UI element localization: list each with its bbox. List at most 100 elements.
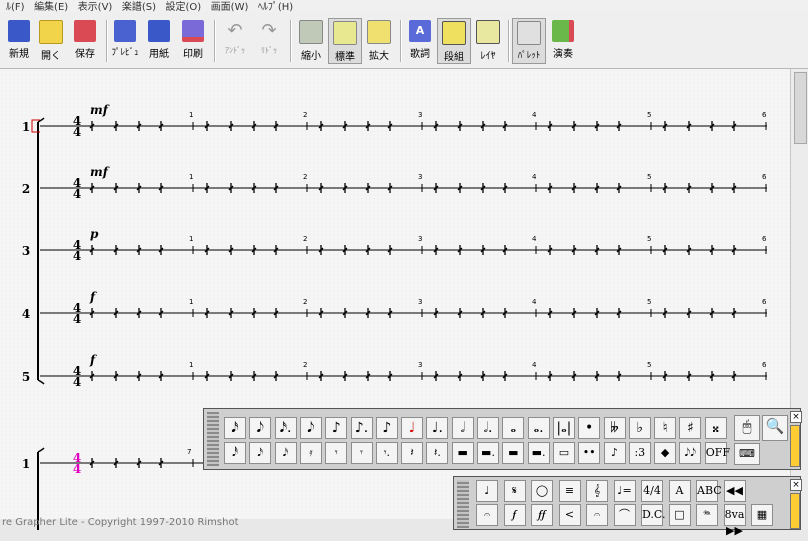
- note-palette-button[interactable]: ♩: [401, 417, 424, 439]
- tool-palette-button[interactable]: 𝄞: [586, 480, 608, 502]
- tool-palette-button[interactable]: D.C.: [641, 504, 665, 526]
- note-palette-button[interactable]: ♯: [679, 417, 702, 439]
- rest-palette-button[interactable]: 𝄽: [401, 442, 424, 464]
- open-button[interactable]: 開く: [34, 18, 68, 64]
- magnifier-button[interactable]: 🔍: [762, 415, 788, 441]
- note-palette-button[interactable]: 𝅗𝅥: [451, 417, 474, 439]
- rest-palette-button[interactable]: :3: [628, 442, 651, 464]
- note-palette-button[interactable]: 𝅘𝅥𝅮: [299, 417, 322, 439]
- tool-palette-button[interactable]: ♩=: [613, 480, 636, 502]
- rest-palette-button[interactable]: ▬.: [477, 442, 499, 464]
- rest-palette-button[interactable]: ••: [578, 442, 601, 464]
- menu-score[interactable]: 楽譜(S): [122, 2, 156, 12]
- measure-number: 2: [303, 235, 307, 243]
- close-icon[interactable]: ×: [790, 479, 802, 491]
- tool-palette-button[interactable]: A: [668, 480, 691, 502]
- rest-palette-button[interactable]: 𝅘𝅥𝅰: [224, 442, 246, 464]
- close-icon[interactable]: ×: [790, 411, 802, 423]
- redo-icon: ↷: [261, 20, 277, 41]
- save-button[interactable]: 保存: [68, 18, 102, 64]
- rest-palette-button[interactable]: ▬: [451, 442, 474, 464]
- note-palette-button[interactable]: 𝅘𝅥𝅯: [224, 417, 246, 439]
- tool-palette-button[interactable]: 8va: [723, 504, 746, 526]
- note-palette-button[interactable]: ♪: [325, 417, 348, 439]
- tool-palette-button[interactable]: 𝆑: [503, 504, 526, 526]
- note-palette-button[interactable]: 𝅘𝅥𝅮: [249, 417, 272, 439]
- menu-window[interactable]: 画面(W): [211, 2, 249, 12]
- rest-palette-button[interactable]: 𝅘𝅥𝅮𝅘𝅥𝅮: [679, 442, 702, 464]
- note-palette-button[interactable]: ♩.: [426, 417, 449, 439]
- tool-palette-button[interactable]: ♩: [476, 480, 498, 502]
- zoom-in-icon: [367, 20, 391, 44]
- tool-palette-button[interactable]: 4/4: [641, 480, 663, 502]
- zoom-out-button[interactable]: 縮小: [294, 18, 328, 64]
- paper-button[interactable]: 用紙: [142, 18, 176, 64]
- note-palette-button[interactable]: 𝅝: [502, 417, 525, 439]
- rest-palette-button[interactable]: OFF: [704, 442, 730, 464]
- tool-palette-button[interactable]: 𝄐: [586, 504, 608, 526]
- columns-button[interactable]: 段組: [437, 18, 471, 64]
- tool-palette-button[interactable]: □: [668, 504, 691, 526]
- tool-palette-button[interactable]: <: [558, 504, 581, 526]
- palette-grip[interactable]: [457, 480, 469, 528]
- tool-palette-button[interactable]: ◯: [531, 480, 553, 502]
- rest-palette-button[interactable]: ▭: [552, 442, 575, 464]
- note-palette-button[interactable]: ♪.: [350, 417, 373, 439]
- tool-palette-button[interactable]: 𝄋: [503, 480, 526, 502]
- rest-palette-button[interactable]: 𝄾: [350, 442, 373, 464]
- note-palette-button[interactable]: ♮: [654, 417, 677, 439]
- menu-settings[interactable]: 設定(O): [166, 2, 202, 12]
- note-palette-button[interactable]: ♭: [628, 417, 651, 439]
- keyboard-input-button[interactable]: ⌨: [734, 443, 760, 465]
- rest-palette-button[interactable]: 𝅘𝅥𝅯: [249, 442, 272, 464]
- redo-button[interactable]: ↷ ﾘﾄﾞｩ: [252, 18, 286, 64]
- staff-number: 1: [22, 457, 30, 471]
- note-palette-button[interactable]: 𝄪: [704, 417, 727, 439]
- rest-palette-button[interactable]: 𝄾: [325, 442, 348, 464]
- scrollbar-thumb[interactable]: [794, 72, 807, 144]
- tool-palette-button[interactable]: 𝆮: [696, 504, 718, 526]
- disk-icon: [74, 20, 96, 42]
- tool-palette-button[interactable]: ≡: [558, 480, 581, 502]
- staff-number: 3: [22, 244, 30, 258]
- toolbar-separator: [508, 20, 510, 62]
- measure-number: 2: [303, 298, 307, 306]
- mouse-mode-button[interactable]: 🖱: [734, 415, 760, 441]
- tool-palette-button[interactable]: ▦: [751, 504, 773, 526]
- note-palette-button[interactable]: •: [578, 417, 601, 439]
- rest-palette-button[interactable]: 𝄿: [299, 442, 322, 464]
- rest-palette-button[interactable]: 𝄾.: [375, 442, 398, 464]
- layer-button[interactable]: ﾚｲﾔ: [471, 18, 505, 64]
- tool-palette-button[interactable]: 𝄐: [476, 504, 498, 526]
- palette-button[interactable]: ﾊﾟﾚｯﾄ: [512, 18, 546, 64]
- print-button[interactable]: 印刷: [176, 18, 210, 64]
- note-palette-button[interactable]: 𝄫: [603, 417, 626, 439]
- menu-file[interactable]: ﾙ(F): [6, 2, 25, 12]
- tool-palette-button[interactable]: ABC: [696, 480, 722, 502]
- palette-grip[interactable]: [207, 412, 219, 466]
- play-button[interactable]: 演奏: [546, 18, 580, 64]
- rest-palette-button[interactable]: 𝅘𝅥𝅯: [274, 442, 297, 464]
- note-palette-button[interactable]: 𝅗𝅥.: [477, 417, 499, 439]
- rest-palette-button[interactable]: ♪: [603, 442, 626, 464]
- rest-palette-button[interactable]: ▬: [502, 442, 525, 464]
- tool-palette-button[interactable]: ⌒: [613, 504, 636, 526]
- note-palette-button[interactable]: 𝅘𝅥𝅯.: [274, 417, 297, 439]
- new-button[interactable]: 新規: [2, 18, 36, 64]
- tool-palette-button[interactable]: 𝆑𝆑: [531, 504, 553, 526]
- zoom-in-button[interactable]: 拡大: [362, 18, 396, 64]
- note-palette-button[interactable]: ♪: [375, 417, 398, 439]
- zoom-standard-button[interactable]: 標準: [328, 18, 362, 64]
- note-palette-button[interactable]: |𝅝|: [552, 417, 575, 439]
- note-palette-button[interactable]: 𝅝.: [527, 417, 550, 439]
- tool-palette-button[interactable]: ◀◀ ▶ ▶▶: [723, 480, 746, 537]
- menu-view[interactable]: 表示(V): [78, 2, 113, 12]
- undo-button[interactable]: ↶ ｱﾝﾄﾞｩ: [218, 18, 252, 64]
- menu-edit[interactable]: 編集(E): [34, 2, 68, 12]
- rest-palette-button[interactable]: 𝄽.: [426, 442, 449, 464]
- menu-help[interactable]: ﾍﾙﾌﾟ(H): [258, 2, 293, 12]
- rest-palette-button[interactable]: ◆: [654, 442, 677, 464]
- rest-palette-button[interactable]: ▬.: [527, 442, 550, 464]
- lyrics-button[interactable]: A 歌詞: [403, 18, 437, 64]
- preview-button[interactable]: ﾌﾟﾚﾋﾞｭ: [108, 18, 142, 64]
